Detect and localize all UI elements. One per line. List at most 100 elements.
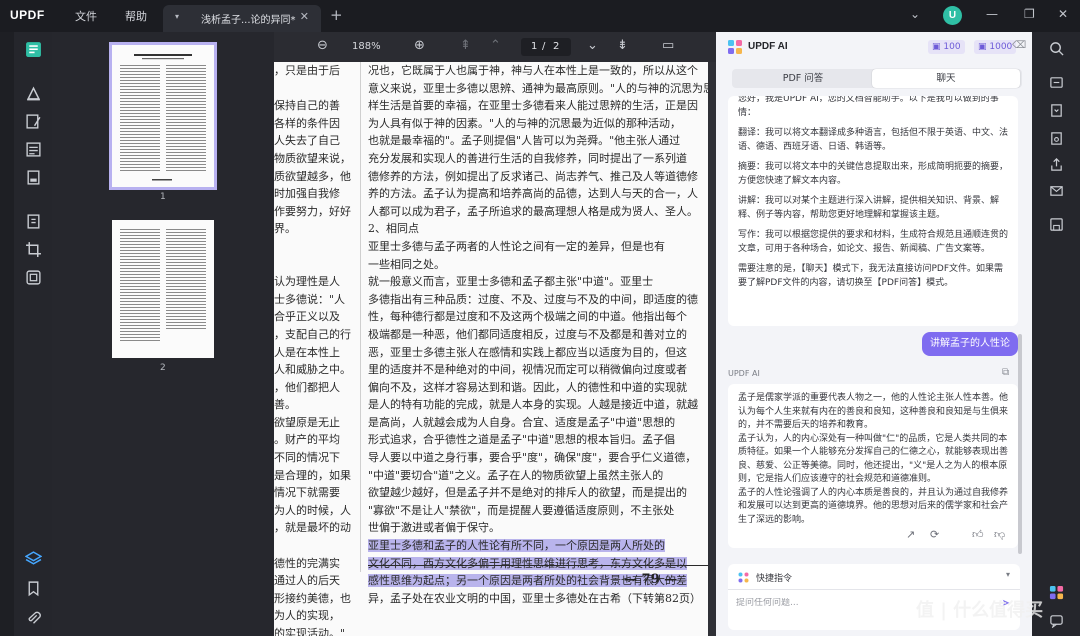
answer-label: UPDF AI: [728, 369, 760, 378]
thumbnail-number-1: 1: [160, 192, 166, 202]
text-line: 亚里士多德与孟子两者的人性论之间有一定的差异，但是也有: [368, 238, 708, 256]
viewer-scrollbar[interactable]: [708, 62, 716, 636]
text-line: 时加强自我修: [274, 187, 340, 201]
bookmark-icon[interactable]: [22, 577, 44, 599]
regenerate-icon[interactable]: ⟳: [930, 528, 939, 541]
intro-line: 写作：我可以根据您提供的要求和材料，生成符合规范且通顺连贯的文章，可用于各种场合…: [738, 230, 1009, 254]
last-page-icon[interactable]: ⇟: [617, 38, 628, 53]
watermark: 值 | 什么值得买: [916, 600, 1044, 621]
text-line-content: 是人的特有功能的完成，就是人本身的实现。人越是接近中道，就越: [368, 398, 698, 412]
answer-paragraph: 孟子是儒家学派的重要代表人物之一，他的人性论主张人性本善。他认为每个人生来就有内…: [738, 393, 1009, 430]
reader-icon[interactable]: [22, 38, 44, 60]
zoom-out-icon[interactable]: ⊖: [317, 38, 328, 53]
document-tab[interactable]: ▾ 浅析孟子...论的异同* ✕: [163, 5, 321, 32]
new-tab-icon[interactable]: +: [330, 6, 343, 24]
text-line-content: 养的方法。孟子认为提高和培养高尚的品德，达到人与天的合一，人: [368, 187, 698, 201]
text-line: 世偏于激进或者偏于保守。: [368, 519, 708, 537]
answer-bubble: 孟子是儒家学派的重要代表人物之一，他的人性论主张人性本善。他认为每个人生来就有内…: [728, 384, 1018, 548]
thumbnail-page-1[interactable]: [109, 42, 217, 190]
tab-chat[interactable]: 聊天: [872, 69, 1020, 88]
text-line: 多德指出有三种品质：过度、不及、过度与不及的中间，即适度的德: [368, 291, 708, 309]
close-icon[interactable]: ✕: [1058, 7, 1068, 21]
text-line: "寡欲"不是让人"禁欲"，而是提醒人要遵循适度原则，不主张处: [368, 502, 708, 520]
text-line-content: 欲望越少越好，但是孟子并不是绝对的排斥人的欲望，而是提出的: [368, 486, 687, 500]
app-logo: UPDF: [10, 8, 45, 22]
organize-icon[interactable]: [22, 138, 44, 160]
text-line-content: 德修养的方法，例如提出了反求诸己、尚志养气、推己及人等道德修: [368, 169, 698, 183]
avatar[interactable]: U: [943, 6, 962, 25]
previous-page-icon[interactable]: ⌃: [490, 38, 501, 53]
left-column: ，只是由于后 保持自己的善 各样的条件因 人失去了自己 物质欲望来说， 质欲望越多，他 时加…: [274, 62, 354, 636]
text-line: 。财产的平均: [274, 433, 340, 447]
attachment-icon[interactable]: [22, 607, 44, 629]
text-line: 善。: [274, 398, 296, 412]
zoom-in-icon[interactable]: ⊕: [414, 38, 425, 53]
edit-icon[interactable]: [22, 110, 44, 132]
restore-icon[interactable]: ❐: [1024, 7, 1035, 21]
credit-badge-1: ▣ 100: [928, 40, 965, 54]
email-icon[interactable]: [1046, 180, 1066, 200]
quick-commands[interactable]: 快捷指令 ▾: [728, 564, 1020, 590]
text-line: 通过人的后天: [274, 574, 340, 588]
layers-icon[interactable]: [22, 547, 44, 569]
text-line: 异，孟子处在农业文明的中国，亚里士多德处在古希（下转第82页）: [368, 590, 708, 608]
ocr-icon[interactable]: [22, 266, 44, 288]
crop-icon[interactable]: [22, 238, 44, 260]
text-line-content: 恶，亚里士多德主张人在感情和实践上都应当以适度为目的，但这: [368, 345, 687, 359]
search-icon[interactable]: [1046, 38, 1066, 58]
pdf-page[interactable]: ，只是由于后 保持自己的善 各样的条件因 人失去了自己 物质欲望来说， 质欲望越多，他 时加…: [274, 62, 708, 636]
text-line: 欲望越少越好，但是孟子并不是绝对的排斥人的欲望，而是提出的: [368, 484, 708, 502]
first-page-icon[interactable]: ⇞: [460, 38, 471, 53]
ocr-icon[interactable]: [1046, 72, 1066, 92]
protect-icon[interactable]: [22, 210, 44, 232]
text-line: 物质欲望来说，: [274, 151, 351, 165]
page-separator: /: [542, 41, 546, 52]
tab-dropdown-icon[interactable]: ▾: [175, 12, 179, 21]
tab-close-icon[interactable]: ✕: [300, 10, 309, 23]
text-line-content: 世偏于激进或者偏于保守。: [368, 521, 500, 535]
text-line: 为人具有似于神的因素。"人的与神的沉思最为近似的那种活动，: [368, 115, 708, 133]
tab-pdf-qa[interactable]: PDF 问答: [734, 69, 872, 88]
open-external-icon[interactable]: ↗: [906, 528, 915, 541]
text-line-content: 异，孟子处在农业文明的中国，亚里士多德处在古希（下转第82页）: [368, 591, 701, 605]
form-icon[interactable]: [22, 166, 44, 188]
clear-icon[interactable]: ⌫: [1012, 40, 1026, 51]
thumbs-down-icon[interactable]: 👎︎: [994, 528, 1005, 541]
text-line-content: 况也，它既属于人也属于神，神与人在本性上是一致的，所以从这个: [368, 64, 698, 77]
intro-line: 您好，我是UPDF AI，您的文档智能助手。以下是我可以做到的事情：: [738, 96, 999, 118]
thumbnail-page-2-preview: [112, 220, 214, 358]
credit-badge-2: ▣ 1000: [974, 40, 1017, 54]
thumbnail-page-2[interactable]: [112, 220, 214, 358]
page-input[interactable]: 1 / 2: [521, 38, 571, 56]
thumbnail-panel: 1 2: [52, 32, 274, 636]
text-line: 德修养的方法，例如提出了反求诸己、尚志养气、推己及人等道德修: [368, 168, 708, 186]
ai-icon[interactable]: [1046, 582, 1066, 602]
title-bar: UPDF 文件 帮助 ▾ 浅析孟子...论的异同* ✕ + ⌄ U — ❐ ✕: [0, 0, 1080, 32]
presentation-icon[interactable]: ▭: [662, 38, 674, 53]
chevron-down-icon[interactable]: ⌄: [910, 7, 920, 21]
protect-icon[interactable]: [1046, 128, 1066, 148]
copy-icon[interactable]: ⧉: [1002, 367, 1009, 378]
save-icon[interactable]: [1046, 214, 1066, 234]
thumbs-up-icon[interactable]: 👍︎: [972, 528, 984, 541]
comment-icon[interactable]: [22, 82, 44, 104]
zoom-level[interactable]: 188%: [352, 41, 381, 52]
answer-paragraph: 孟子认为，人的内心深处有一种叫做"仁"的品质，它是人类共同的本质特征。如果一个人…: [738, 433, 1009, 485]
text-line-content: 偏向不及，这样才容易达到和谐。因此，人的德性和中道的实现就: [368, 380, 687, 394]
tab-title: 浅析孟子...论的异同*: [201, 15, 296, 26]
minimize-icon[interactable]: —: [986, 7, 998, 21]
menu-help[interactable]: 帮助: [125, 8, 147, 24]
chat-icon[interactable]: [1046, 610, 1066, 630]
text-line: 况也，它既属于人也属于神，神与人在本性上是一致的，所以从这个: [368, 62, 708, 80]
text-line: 充分发展和实现人的善进行生活的自我修养，同时提出了一系列道: [368, 150, 708, 168]
next-page-icon[interactable]: ⌄: [587, 38, 598, 53]
share-icon[interactable]: [1046, 154, 1066, 174]
text-line: [274, 80, 354, 98]
thumbnail-page-1-preview: [112, 45, 214, 187]
menu-file[interactable]: 文件: [75, 8, 97, 24]
answer-paragraph: 孟子的人性论强调了人的内心本质是善良的，并且认为通过自我修养和发展可以达到更高的…: [738, 487, 1009, 525]
intro-line: 翻译：我可以将文本翻译成多种语言，包括但不限于英语、中文、法语、德语、西班牙语、…: [738, 128, 1009, 152]
ai-scrollbar[interactable]: [1018, 334, 1022, 554]
convert-icon[interactable]: [1046, 100, 1066, 120]
quick-commands-label: 快捷指令: [756, 574, 793, 584]
